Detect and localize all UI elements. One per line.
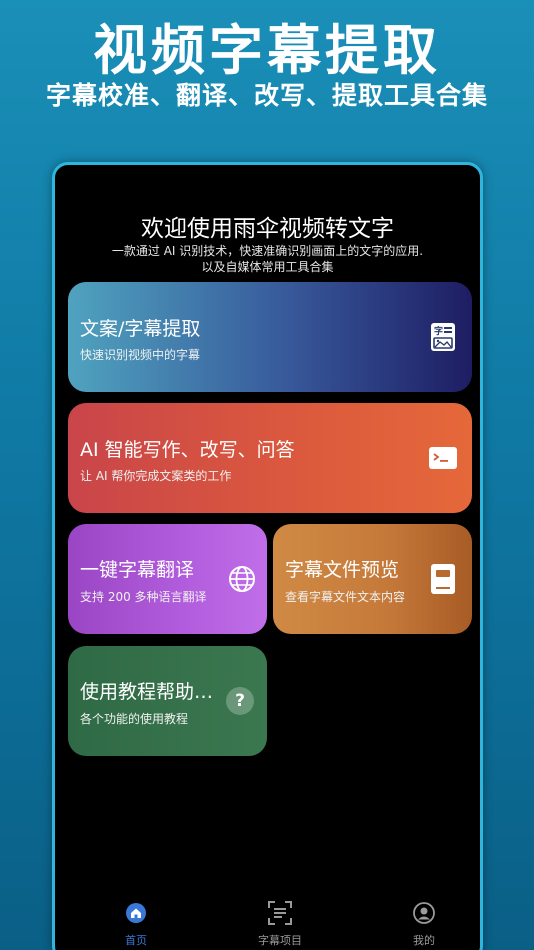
card-title: AI 智能写作、改写、问答 xyxy=(80,439,295,461)
promo-subtitle: 字幕校准、翻译、改写、提取工具合集 xyxy=(45,81,488,110)
subtitle-translate-card[interactable]: 一键字幕翻译 支持 200 多种语言翻译 xyxy=(68,524,267,634)
globe-icon xyxy=(227,564,257,594)
card-desc: 支持 200 多种语言翻译 xyxy=(80,590,207,604)
subtitle-extract-card[interactable]: 文案/字幕提取 快速识别视频中的字幕 字 xyxy=(68,282,472,392)
phone-screen: 欢迎使用雨伞视频转文字 一款通过 AI 识别技术，快速准确识别画面上的文字的应用… xyxy=(52,162,483,950)
user-icon xyxy=(379,900,469,926)
tab-label: 首页 xyxy=(125,934,147,947)
svg-text:字: 字 xyxy=(434,325,443,337)
scan-text-icon xyxy=(235,900,325,926)
subtitle-preview-card[interactable]: 字幕文件预览 查看字幕文件文本内容 xyxy=(273,524,472,634)
ai-writing-card[interactable]: AI 智能写作、改写、问答 让 AI 帮你完成文案类的工作 xyxy=(68,403,472,513)
intro-text: 一款通过 AI 识别技术，快速准确识别画面上的文字的应用. 以及自媒体常用工具合… xyxy=(55,243,480,275)
home-icon xyxy=(91,900,181,926)
tab-home[interactable]: 首页 xyxy=(91,900,181,948)
intro-line-1: 一款通过 AI 识别技术，快速准确识别画面上的文字的应用. xyxy=(111,244,424,258)
card-title: 一键字幕翻译 xyxy=(80,559,195,581)
card-title: 使用教程帮助… xyxy=(80,681,214,703)
card-title: 字幕文件预览 xyxy=(285,559,400,581)
tab-me[interactable]: 我的 xyxy=(379,900,469,948)
card-desc: 快速识别视频中的字幕 xyxy=(80,348,201,362)
card-desc: 各个功能的使用教程 xyxy=(80,712,189,726)
promo-title: 视频字幕提取 xyxy=(93,19,441,82)
document-icon xyxy=(428,564,458,594)
tab-label: 我的 xyxy=(413,934,435,947)
card-title: 文案/字幕提取 xyxy=(80,318,201,340)
bottom-tab-bar: 首页 字幕项目 我的 xyxy=(55,900,480,950)
card-desc: 让 AI 帮你完成文案类的工作 xyxy=(80,469,232,483)
tutorial-help-card[interactable]: 使用教程帮助… 各个功能的使用教程 ? xyxy=(68,646,267,756)
tab-label: 字幕项目 xyxy=(258,934,302,947)
welcome-title: 欢迎使用雨伞视频转文字 xyxy=(141,216,394,242)
card-desc: 查看字幕文件文本内容 xyxy=(285,590,406,604)
subtitle-image-icon: 字 xyxy=(428,322,458,352)
terminal-icon xyxy=(428,443,458,473)
tab-subtitle-projects[interactable]: 字幕项目 xyxy=(235,900,325,948)
intro-line-2: 以及自媒体常用工具合集 xyxy=(201,260,334,274)
help-icon: ? xyxy=(225,686,255,716)
